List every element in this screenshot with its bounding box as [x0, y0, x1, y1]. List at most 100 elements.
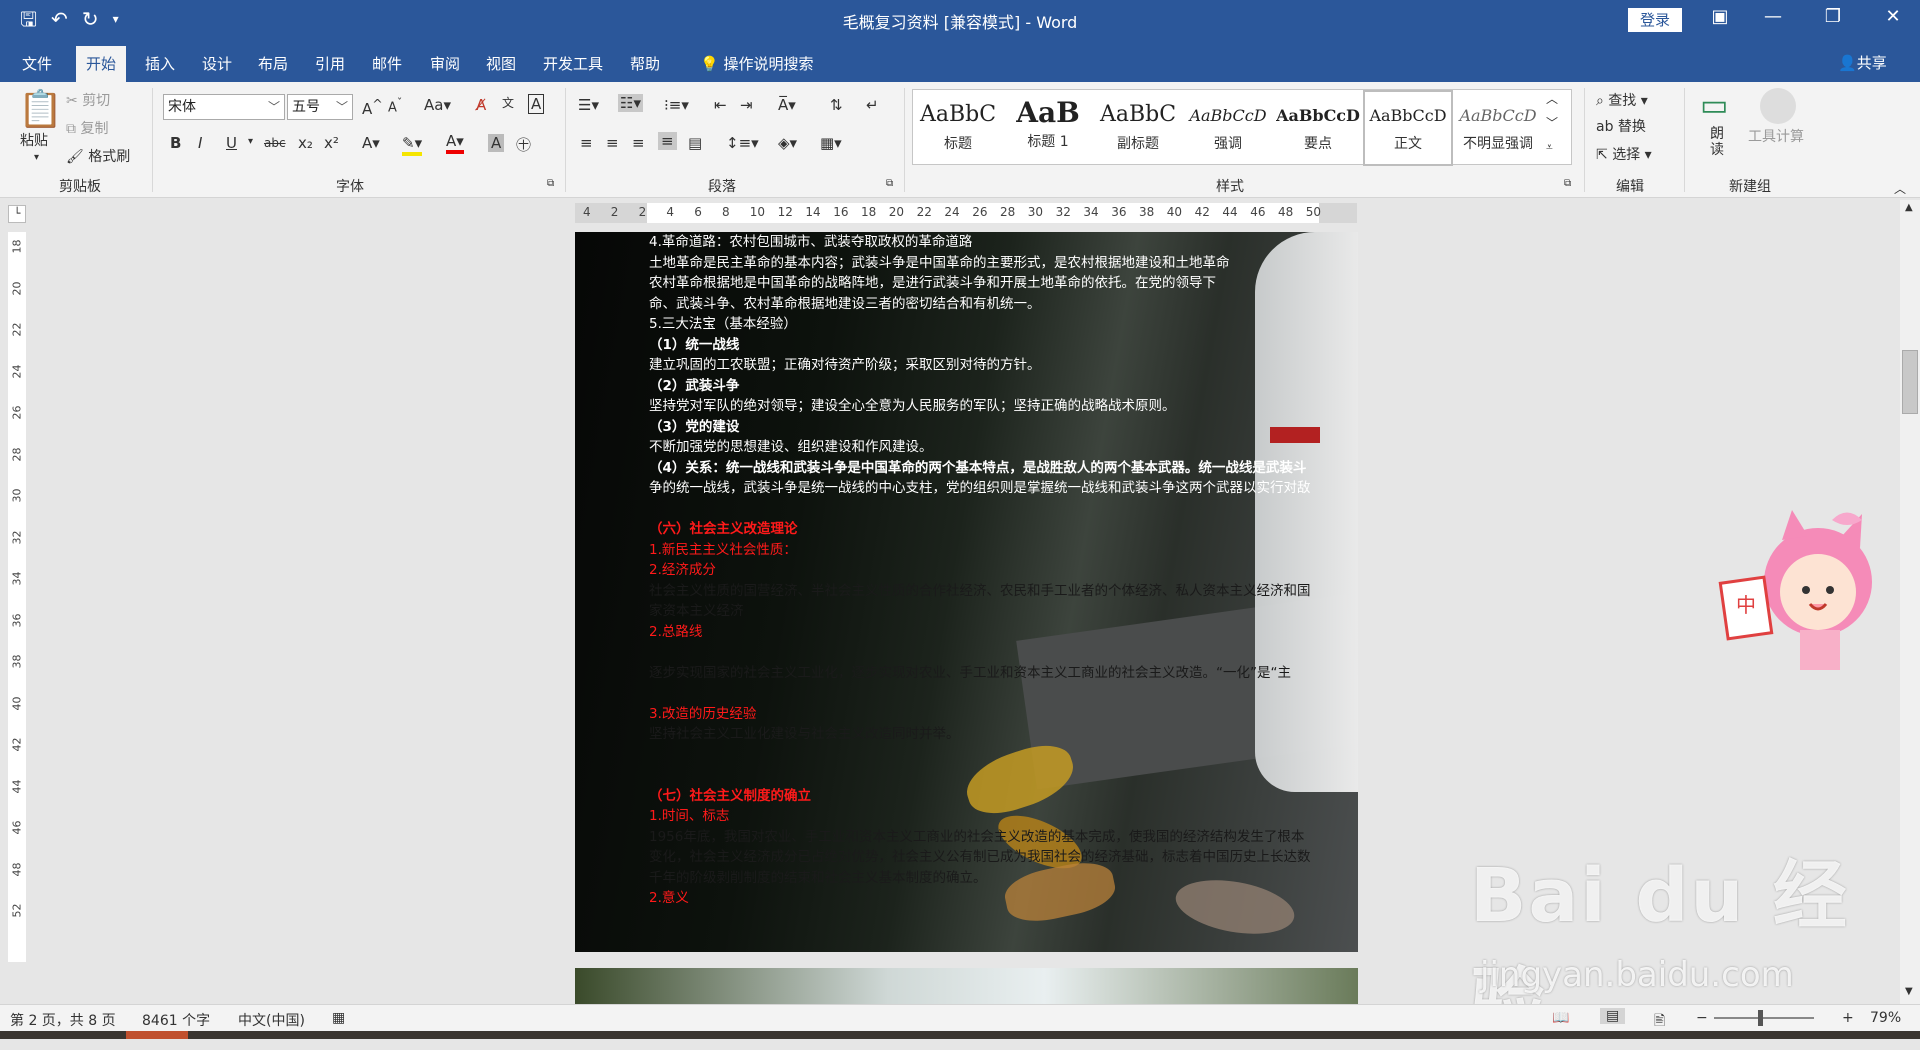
phonetic-guide-icon[interactable]: 文: [502, 94, 514, 111]
styles-dialog-launcher-icon[interactable]: ⧉: [1564, 178, 1571, 189]
bold-button[interactable]: B: [170, 134, 181, 152]
close-icon[interactable]: ✕: [1878, 6, 1908, 27]
style-normal[interactable]: AaBbCcD 正文: [1363, 90, 1453, 166]
tool-calc-button[interactable]: 工具计算: [1748, 126, 1804, 146]
select-button[interactable]: ⇱ 选择 ▾: [1596, 144, 1652, 164]
font-color-button[interactable]: A▾: [446, 132, 464, 154]
tab-mailings[interactable]: 邮件: [362, 46, 412, 82]
enclose-character-icon[interactable]: A: [528, 94, 545, 114]
replace-button[interactable]: ab 替换: [1596, 116, 1646, 136]
vertical-ruler[interactable]: 18 20 22 24 26 28 30 32 34 36 38 40 42 44 46 48 52: [8, 232, 26, 962]
style-emphasis[interactable]: AaBbCcD 强调: [1183, 90, 1273, 166]
underline-dropdown-icon[interactable]: ▾: [248, 136, 253, 147]
grow-font-icon[interactable]: A^: [362, 96, 383, 118]
decrease-indent-icon[interactable]: ⇤: [714, 96, 727, 114]
paste-icon[interactable]: 📋: [18, 88, 63, 130]
paste-button[interactable]: 粘贴: [20, 130, 48, 150]
paragraph-dialog-launcher-icon[interactable]: ⧉: [886, 178, 893, 189]
distributed-icon[interactable]: ▤: [688, 134, 702, 152]
share-button[interactable]: 👤共享: [1838, 52, 1887, 73]
character-shading-icon[interactable]: A: [488, 134, 505, 152]
borders-icon[interactable]: ▦▾: [820, 134, 842, 152]
zoom-in-icon[interactable]: +: [1842, 1010, 1854, 1026]
text-effects-icon[interactable]: A▾: [362, 134, 380, 152]
print-layout-icon[interactable]: ▤: [1600, 1008, 1626, 1024]
tab-layout[interactable]: 布局: [248, 46, 298, 82]
tab-home[interactable]: 开始: [76, 46, 127, 82]
language[interactable]: 中文(中国): [238, 1010, 305, 1030]
taskbar-active-app[interactable]: [126, 1031, 188, 1039]
tab-view[interactable]: 视图: [476, 46, 526, 82]
styles-more-icon[interactable]: ⩡: [1546, 140, 1553, 155]
macro-recording-icon[interactable]: ▦: [332, 1010, 345, 1026]
cut-button[interactable]: ✂ 剪切: [66, 90, 110, 110]
read-aloud-icon[interactable]: ▭: [1700, 88, 1728, 123]
font-dialog-launcher-icon[interactable]: ⧉: [547, 178, 554, 189]
font-size-combo[interactable]: 五号 ﹀: [287, 94, 353, 120]
word-count[interactable]: 8461 个字: [142, 1010, 210, 1030]
chinese-layout-icon[interactable]: A̅▾: [778, 96, 796, 114]
increase-indent-icon[interactable]: ⇥: [740, 96, 753, 114]
tab-selector-icon[interactable]: └: [8, 205, 26, 223]
find-button[interactable]: ⌕ 查找 ▾: [1596, 90, 1648, 110]
justify-icon[interactable]: ≡: [658, 132, 677, 150]
zoom-out-icon[interactable]: −: [1696, 1010, 1708, 1026]
restore-icon[interactable]: ❐: [1818, 6, 1848, 27]
line-spacing-icon[interactable]: ↕≡▾: [726, 134, 759, 152]
tell-me-search[interactable]: 💡 操作说明搜索: [690, 46, 823, 82]
shrink-font-icon[interactable]: Aˇ: [388, 96, 402, 115]
align-center-icon[interactable]: ≡: [606, 134, 619, 152]
bullets-icon[interactable]: ☰▾: [578, 96, 599, 114]
read-aloud-button[interactable]: 朗读: [1710, 126, 1726, 158]
style-heading-1[interactable]: AaB 标题 1: [1003, 90, 1093, 166]
minimize-icon[interactable]: —: [1758, 6, 1788, 27]
tab-insert[interactable]: 插入: [135, 46, 185, 82]
style-subtitle[interactable]: AaBbC 副标题: [1093, 90, 1183, 166]
tab-references[interactable]: 引用: [305, 46, 355, 82]
align-left-icon[interactable]: ≡: [580, 134, 593, 152]
clear-formatting-icon[interactable]: A̸: [476, 96, 486, 114]
underline-button[interactable]: U: [226, 134, 237, 152]
calculator-icon[interactable]: [1760, 88, 1796, 124]
format-painter-button[interactable]: 🖌 格式刷: [66, 146, 130, 166]
styles-scroll-up-icon[interactable]: ︿: [1546, 90, 1558, 107]
style-strong[interactable]: AaBbCcD 要点: [1273, 90, 1363, 166]
multilevel-list-icon[interactable]: ⁝≡▾: [664, 96, 689, 114]
enclose-circle-icon[interactable]: ㊉: [516, 134, 531, 155]
zoom-slider-thumb[interactable]: [1758, 1010, 1763, 1026]
change-case-button[interactable]: Aa▾: [424, 96, 451, 114]
superscript-button[interactable]: x²: [324, 134, 339, 152]
zoom-slider[interactable]: [1714, 1017, 1814, 1019]
numbering-icon[interactable]: ☷▾: [618, 94, 643, 112]
page-count[interactable]: 第 2 页，共 8 页: [10, 1010, 116, 1030]
zoom-level[interactable]: 79%: [1870, 1010, 1901, 1026]
scroll-up-icon[interactable]: ▲: [1905, 202, 1913, 213]
font-name-combo[interactable]: 宋体 ﹀: [163, 94, 285, 120]
style-title[interactable]: AaBbC 标题: [913, 90, 1003, 166]
italic-button[interactable]: I: [198, 134, 202, 152]
tab-file[interactable]: 文件: [12, 46, 62, 82]
highlight-icon[interactable]: ✎▾: [402, 134, 423, 156]
scroll-thumb[interactable]: [1902, 350, 1918, 414]
login-button[interactable]: 登录: [1628, 8, 1682, 32]
paste-dropdown-icon[interactable]: ▾: [34, 152, 39, 163]
ribbon-display-icon[interactable]: ▣: [1705, 6, 1735, 27]
sort-icon[interactable]: ⇅: [830, 96, 843, 114]
read-mode-icon[interactable]: 📖: [1552, 1010, 1569, 1026]
align-right-icon[interactable]: ≡: [632, 134, 645, 152]
copy-button[interactable]: ⧉ 复制: [66, 118, 108, 138]
subscript-button[interactable]: x₂: [298, 134, 313, 152]
tab-design[interactable]: 设计: [192, 46, 242, 82]
tab-developer[interactable]: 开发工具: [533, 46, 613, 82]
collapse-ribbon-icon[interactable]: ︿: [1894, 180, 1906, 197]
document-body[interactable]: 4.革命道路：农村包围城市、武装夺取政权的革命道路 土地革命是民主革命的基本内容；…: [649, 232, 1329, 909]
show-marks-icon[interactable]: ↵: [866, 96, 879, 114]
document-page[interactable]: 4.革命道路：农村包围城市、武装夺取政权的革命道路 土地革命是民主革命的基本内容；…: [575, 232, 1358, 952]
tab-help[interactable]: 帮助: [620, 46, 670, 82]
next-page-preview[interactable]: [575, 968, 1358, 1004]
horizontal-ruler[interactable]: 4 2 2 4 6 8 10 12 14 16 18 20 22 24 26 28 30 32 34 36 38 40 42…: [575, 203, 1357, 223]
styles-scroll-down-icon[interactable]: ﹀: [1546, 114, 1558, 131]
shading-icon[interactable]: ◈▾: [778, 134, 797, 152]
tab-review[interactable]: 审阅: [420, 46, 470, 82]
style-subtle-emphasis[interactable]: AaBbCcD 不明显强调: [1453, 90, 1543, 166]
